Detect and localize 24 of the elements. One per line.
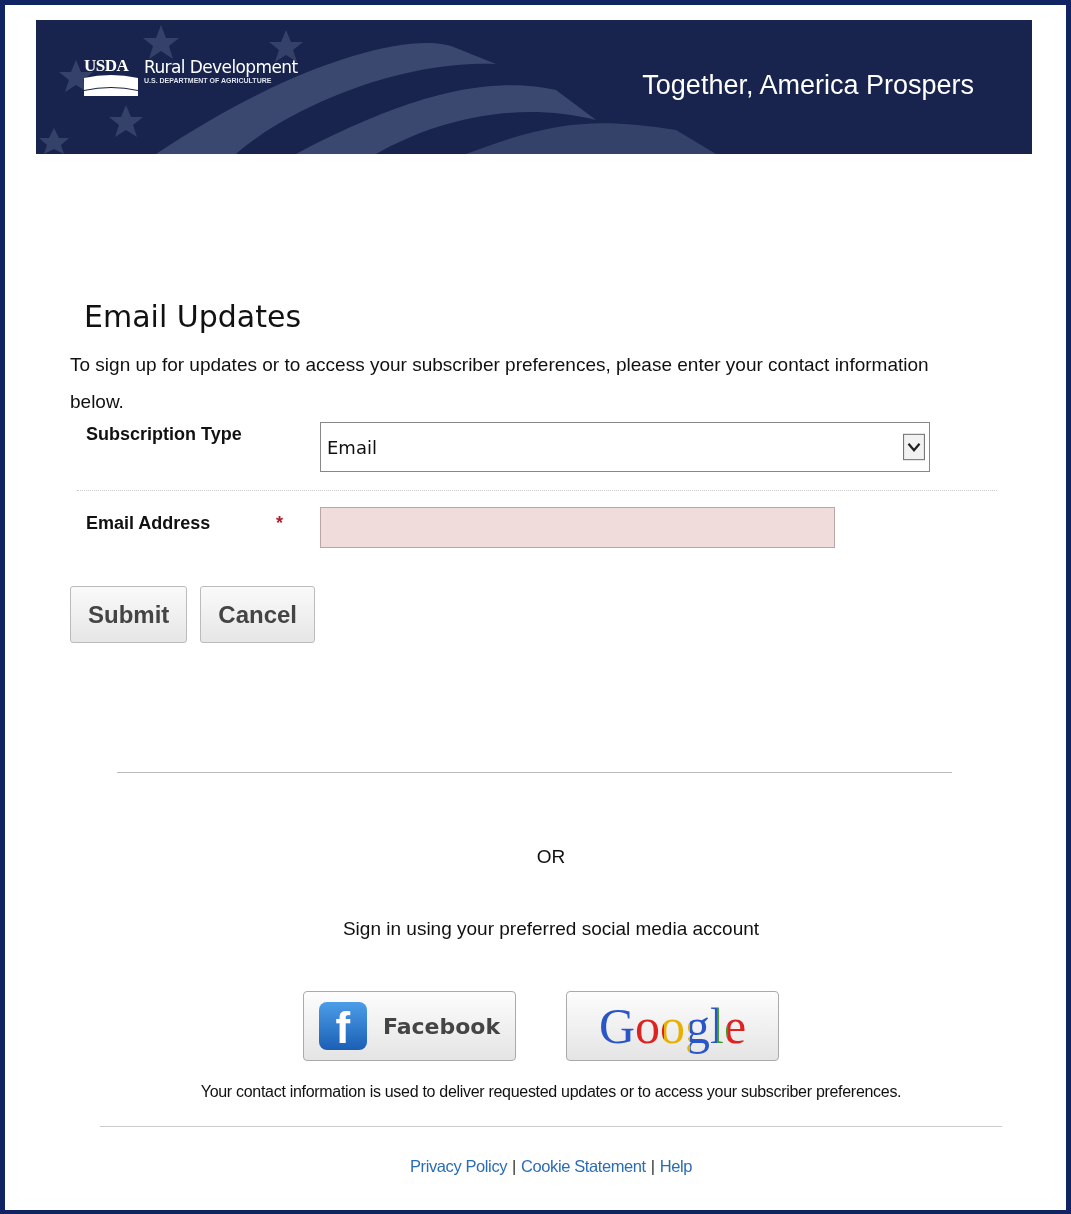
facebook-button[interactable]: f Facebook xyxy=(303,991,516,1061)
page-heading: Email Updates xyxy=(84,299,303,334)
cancel-button[interactable]: Cancel xyxy=(200,586,316,643)
field-label: Subscription Type xyxy=(85,423,243,445)
subscription-type-dropdown[interactable]: Email xyxy=(320,422,930,472)
or-text: OR xyxy=(535,846,567,868)
footer-link[interactable]: Help xyxy=(659,1157,692,1176)
link-separator: | xyxy=(512,1157,516,1176)
social-prompt: Sign in using your preferred social media account xyxy=(341,918,761,940)
field-label: Email Address xyxy=(85,512,212,534)
tagline: Together, America Prospers xyxy=(642,69,974,101)
link-separator: | xyxy=(650,1157,655,1176)
google-button[interactable]: Google xyxy=(566,991,779,1061)
disclaimer-text: Your contact information is used to deliver requested updates or to access your subscriber preferences. xyxy=(199,1083,903,1101)
footer-link[interactable]: Cookie Statement xyxy=(521,1157,646,1176)
agency-name: Rural Development xyxy=(144,56,298,77)
footer-link[interactable]: Privacy Policy xyxy=(410,1157,508,1176)
intro-text: To sign up for updates or to access your subscriber preferences, please enter your contact information below. xyxy=(70,353,930,414)
logo-text: USDA xyxy=(84,56,130,74)
required-mark: * xyxy=(276,513,283,534)
facebook-icon: f xyxy=(318,1002,367,1050)
email-input-field[interactable] xyxy=(320,507,835,548)
caret-icon xyxy=(903,433,925,461)
submit-button[interactable]: Submit xyxy=(70,586,188,643)
